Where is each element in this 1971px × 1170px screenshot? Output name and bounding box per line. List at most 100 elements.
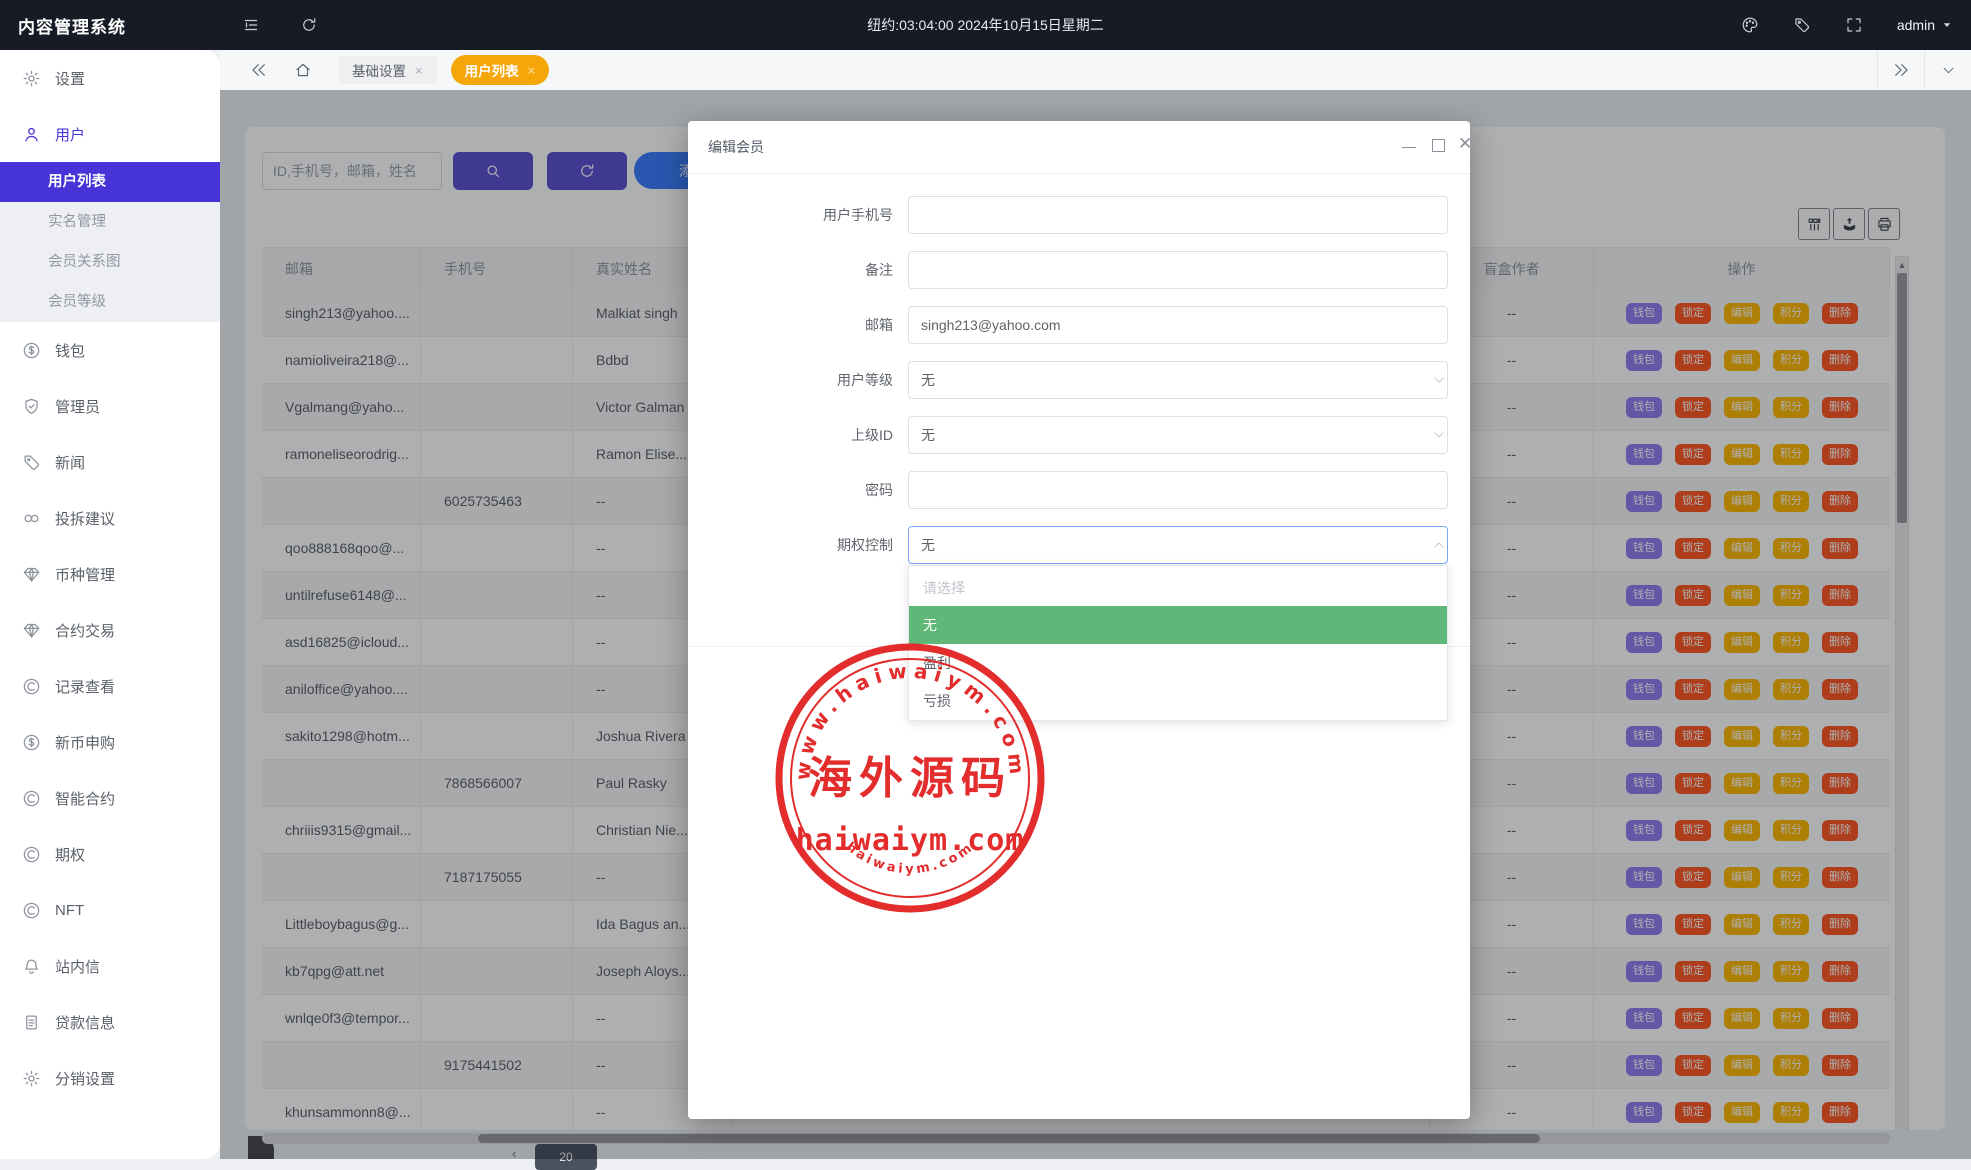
close-icon[interactable]: ✕	[1458, 135, 1472, 152]
doc-icon	[22, 1013, 41, 1032]
sidebar-item-16[interactable]: 分销设置	[0, 1050, 220, 1106]
modal-header: 编辑会员 ✕	[688, 121, 1472, 174]
tab-label: 用户列表	[464, 64, 519, 79]
dropdown-option-亏损[interactable]: 亏损	[909, 682, 1447, 720]
sidebar-item-6[interactable]: 投拆建议	[0, 490, 220, 546]
minimize-icon[interactable]	[1402, 147, 1416, 148]
field-select-7[interactable]: 无	[908, 526, 1448, 564]
sidebar-item-1[interactable]: 设置	[0, 50, 220, 106]
field-label: 用户等级	[837, 372, 893, 388]
app-title: 内容管理系统	[18, 17, 126, 37]
sidebar-item-11[interactable]: 智能合约	[0, 770, 220, 826]
field-input-6[interactable]	[908, 471, 1448, 509]
sidebar-item-label: 期权	[55, 846, 86, 864]
tab-label: 基础设置	[352, 64, 406, 79]
coin-icon	[22, 789, 41, 808]
tabs-scroll-right-icon[interactable]	[1877, 50, 1924, 90]
field-select-5[interactable]: 无	[908, 416, 1448, 454]
sidebar-submenu: 用户列表 实名管理 会员关系图 会员等级	[0, 162, 220, 322]
sidebar-item-2[interactable]: 用户	[0, 106, 220, 162]
admin-username: admin	[1896, 17, 1935, 33]
tabs-menu-icon[interactable]	[1924, 50, 1971, 90]
tabbar: 基础设置 × 用户列表 ×	[220, 50, 1971, 90]
sidebar-item-14[interactable]: 站内信	[0, 938, 220, 994]
sidebar-item-label: 钱包	[55, 342, 86, 360]
caret-down-icon	[1941, 19, 1953, 31]
sidebar: 设置用户用户列表 实名管理 会员关系图 会员等级钱包管理员新闻投拆建议币种管理合约交易…	[0, 50, 220, 1159]
tab-list: 基础设置 × 用户列表 ×	[338, 55, 550, 85]
sidebar-item-label: 投拆建议	[55, 510, 116, 528]
field-label: 备注	[865, 262, 893, 278]
edit-member-modal: 编辑会员 ✕ 用户手机号备注邮箱用户等级无上级ID无密码期权控制无 请选择无盈利…	[688, 121, 1472, 1119]
sidebar-item-label: 币种管理	[55, 566, 116, 584]
sidebar-item-label: 分销设置	[55, 1070, 116, 1088]
fullscreen-icon[interactable]	[1845, 16, 1863, 34]
field-label: 密码	[865, 482, 893, 498]
sidebar-subitem-2[interactable]: 实名管理	[0, 202, 220, 242]
sidebar-subitem-3[interactable]: 会员关系图	[0, 242, 220, 282]
sidebar-item-3[interactable]: 钱包	[0, 322, 220, 378]
sidebar-subitem-1[interactable]: 用户列表	[0, 162, 220, 202]
option-control-dropdown: 请选择无盈利 亏损	[908, 565, 1448, 721]
tab-2[interactable]: 用户列表 ×	[450, 55, 550, 85]
sidebar-item-4[interactable]: 管理员	[0, 378, 220, 434]
sidebar-item-10[interactable]: 新币申购	[0, 714, 220, 770]
sidebar-item-12[interactable]: 期权	[0, 826, 220, 882]
shield-icon	[22, 397, 41, 416]
sidebar-item-label: NFT	[55, 901, 85, 919]
theme-palette-icon[interactable]	[1741, 16, 1759, 34]
maximize-icon[interactable]	[1432, 139, 1445, 152]
sidebar-item-label: 贷款信息	[55, 1014, 116, 1032]
tag-icon	[22, 453, 41, 472]
field-input-1[interactable]	[908, 196, 1448, 234]
sidebar-item-label: 新币申购	[55, 734, 116, 752]
select-caret-icon	[1432, 373, 1446, 387]
sidebar-item-label: 管理员	[55, 398, 101, 416]
coin-icon	[22, 845, 41, 864]
field-label: 用户手机号	[823, 207, 893, 223]
sidebar-item-13[interactable]: NFT	[0, 882, 220, 938]
field-label: 上级ID	[851, 427, 893, 443]
gear-icon	[22, 69, 41, 88]
dropdown-option-盈利[interactable]: 盈利	[909, 644, 1447, 682]
tag-icon[interactable]	[1793, 16, 1811, 34]
admin-menu[interactable]: admin	[1897, 17, 1953, 33]
sidebar-item-label: 新闻	[55, 454, 86, 472]
bell-icon	[22, 957, 41, 976]
coin-icon	[22, 901, 41, 920]
sidebar-item-8[interactable]: 合约交易	[0, 602, 220, 658]
home-icon[interactable]	[294, 61, 312, 79]
field-input-2[interactable]	[908, 251, 1448, 289]
sidebar-item-15[interactable]: 贷款信息	[0, 994, 220, 1050]
gem-icon	[22, 565, 41, 584]
select-caret-icon	[1432, 428, 1446, 442]
dropdown-placeholder: 请选择	[923, 580, 965, 596]
sidebar-item-label: 用户	[55, 126, 86, 144]
clock-text: 纽约:03:04:00 2024年10月15日星期二	[867, 17, 1104, 33]
tabs-scroll-left-icon[interactable]	[250, 61, 268, 79]
sidebar-item-label: 记录查看	[55, 678, 116, 696]
refresh-icon[interactable]	[300, 16, 318, 34]
coin-icon	[22, 677, 41, 696]
sidebar-item-7[interactable]: 币种管理	[0, 546, 220, 602]
sidebar-item-5[interactable]: 新闻	[0, 434, 220, 490]
field-select-4[interactable]: 无	[908, 361, 1448, 399]
sidebar-item-label: 合约交易	[55, 622, 116, 640]
modal-title: 编辑会员	[708, 139, 764, 155]
sidebar-item-9[interactable]: 记录查看	[0, 658, 220, 714]
dollar-icon	[22, 341, 41, 360]
dropdown-option-无[interactable]: 无	[909, 606, 1447, 644]
sidebar-subitem-4[interactable]: 会员等级	[0, 282, 220, 322]
field-label: 期权控制	[837, 537, 893, 553]
select-caret-icon	[1432, 538, 1446, 552]
tab-close-icon[interactable]: ×	[528, 63, 536, 78]
user-icon	[22, 125, 41, 144]
sidebar-item-label: 设置	[55, 70, 86, 88]
sidebar-item-label: 站内信	[55, 958, 101, 976]
field-input-3[interactable]	[908, 306, 1448, 344]
topbar: 内容管理系统 纽约:03:04:00 2024年10月15日星期二 admin	[0, 0, 1971, 50]
tab-1[interactable]: 基础设置 ×	[338, 56, 437, 84]
tab-close-icon[interactable]: ×	[415, 63, 423, 78]
menu-fold-icon[interactable]	[242, 16, 260, 34]
dollar-icon	[22, 733, 41, 752]
